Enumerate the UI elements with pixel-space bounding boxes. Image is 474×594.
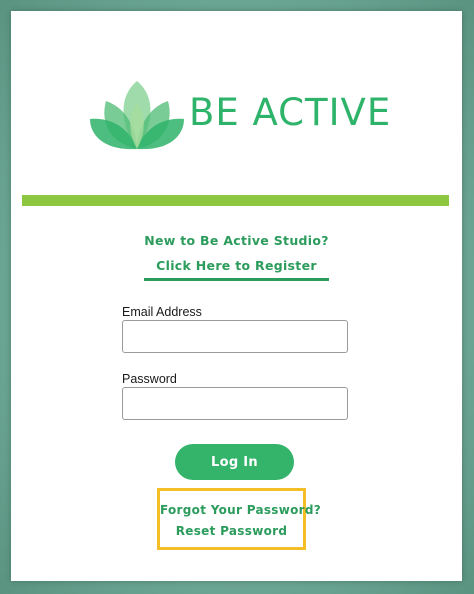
brand-logo: BE ACTIVE <box>90 73 390 157</box>
email-label: Email Address <box>122 305 202 319</box>
divider-bar <box>22 195 449 206</box>
forgot-password-prompt: Forgot Your Password? <box>160 503 322 517</box>
password-field[interactable] <box>122 387 348 420</box>
reset-password-link[interactable]: Reset Password <box>160 523 303 539</box>
register-section: New to Be Active Studio? Click Here to R… <box>11 233 462 281</box>
register-prompt: New to Be Active Studio? <box>144 233 329 248</box>
register-link[interactable]: Click Here to Register <box>144 258 329 281</box>
brand-name: BE ACTIVE <box>189 91 392 134</box>
password-label: Password <box>122 372 177 386</box>
lotus-icon <box>90 81 184 150</box>
email-field[interactable] <box>122 320 348 353</box>
reset-password-highlight: Forgot Your Password? Reset Password <box>157 488 322 550</box>
login-button[interactable]: Log In <box>175 444 294 480</box>
page-background: BE ACTIVE New to Be Active Studio? Click… <box>0 0 474 594</box>
login-card: BE ACTIVE New to Be Active Studio? Click… <box>11 11 462 581</box>
